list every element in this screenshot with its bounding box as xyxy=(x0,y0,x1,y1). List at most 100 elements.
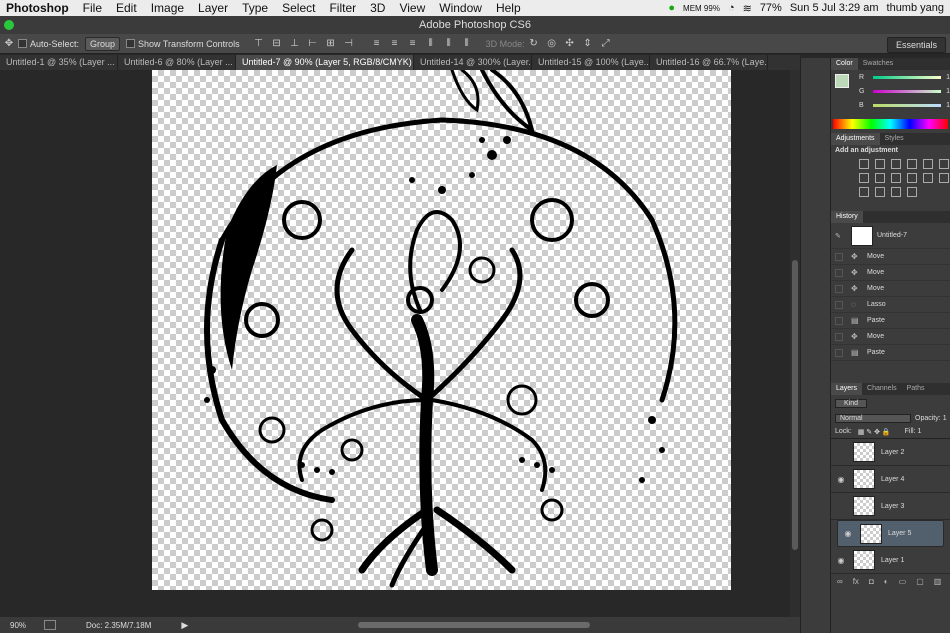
tab-swatches[interactable]: Swatches xyxy=(858,58,898,70)
zoom-level[interactable]: 90% xyxy=(10,621,34,630)
tab-color[interactable]: Color xyxy=(831,58,858,70)
align-left-icon[interactable]: ⊢ xyxy=(307,38,319,50)
tab-adjustments[interactable]: Adjustments xyxy=(831,133,880,145)
tab-untitled-15[interactable]: Untitled-15 @ 100% (Laye... xyxy=(532,55,650,70)
eye-icon[interactable]: ◉ xyxy=(835,556,847,565)
menu-window[interactable]: Window xyxy=(439,1,482,15)
posterize-icon[interactable] xyxy=(859,187,869,197)
align-top-icon[interactable]: ⊤ xyxy=(253,38,265,50)
threshold-icon[interactable] xyxy=(875,187,885,197)
fill-value[interactable]: 1 xyxy=(918,428,922,435)
channel-mixer-icon[interactable] xyxy=(907,173,917,183)
eye-icon[interactable]: ◉ xyxy=(842,529,854,538)
datetime[interactable]: Sun 5 Jul 3:29 am xyxy=(790,2,879,14)
distribute-top-icon[interactable]: ≡ xyxy=(371,38,383,50)
tab-channels[interactable]: Channels xyxy=(862,383,902,395)
tab-styles[interactable]: Styles xyxy=(880,133,909,145)
lock-icons[interactable]: ▦ ✎ ✥ 🔒 xyxy=(858,428,891,436)
exposure-icon[interactable] xyxy=(907,159,917,169)
layer-row[interactable]: ◉ Layer 4 xyxy=(831,466,950,493)
menu-3d[interactable]: 3D xyxy=(370,1,385,15)
3d-scale-icon[interactable]: ⤢ xyxy=(600,38,612,50)
levels-icon[interactable] xyxy=(875,159,885,169)
tab-layers[interactable]: Layers xyxy=(831,383,863,395)
curves-icon[interactable] xyxy=(891,159,901,169)
align-right-icon[interactable]: ⊣ xyxy=(343,38,355,50)
user-name[interactable]: thumb yang xyxy=(887,2,944,14)
history-step[interactable]: ▤ Paste xyxy=(831,345,950,361)
menu-type[interactable]: Type xyxy=(242,1,268,15)
status-export-icon[interactable] xyxy=(44,620,56,630)
menu-layer[interactable]: Layer xyxy=(198,1,228,15)
trash-icon[interactable]: ▥ xyxy=(934,577,942,586)
3d-mode-icons[interactable]: ↻ ◎ ✣ ⇕ ⤢ xyxy=(525,38,615,50)
group-select[interactable]: Group xyxy=(85,36,121,51)
selective-color-icon[interactable] xyxy=(907,187,917,197)
vertical-scroll-thumb[interactable] xyxy=(792,260,798,550)
color-spectrum-ramp[interactable] xyxy=(833,119,948,129)
mem-indicator[interactable]: MEM 99% xyxy=(683,4,720,13)
fx-icon[interactable]: fx xyxy=(853,577,859,586)
history-step[interactable]: ✥ Move xyxy=(831,281,950,297)
invert-icon[interactable] xyxy=(939,173,949,183)
battery-percent[interactable]: 77% xyxy=(760,2,782,14)
line-icon[interactable]: ● xyxy=(668,2,675,14)
menu-file[interactable]: File xyxy=(83,1,102,15)
menu-select[interactable]: Select xyxy=(282,1,315,15)
history-step[interactable]: ✥ Move xyxy=(831,249,950,265)
kind-filter-select[interactable]: Kind xyxy=(835,398,868,408)
distribute-bottom-icon[interactable]: ≡ xyxy=(407,38,419,50)
photo-filter-icon[interactable] xyxy=(891,173,901,183)
3d-slide-icon[interactable]: ⇕ xyxy=(582,38,594,50)
vibrance-icon[interactable] xyxy=(923,159,933,169)
align-icons[interactable]: ⊤ ⊟ ⊥ ⊢ ⊞ ⊣ xyxy=(250,38,358,50)
align-center-icon[interactable]: ⊞ xyxy=(325,38,337,50)
window-close-button[interactable] xyxy=(4,20,14,30)
horizontal-scroll-thumb[interactable] xyxy=(358,622,590,628)
menu-image[interactable]: Image xyxy=(151,1,184,15)
color-slider-g[interactable]: G1 xyxy=(831,84,950,98)
doc-size[interactable]: Doc: 2.35M/7.18M xyxy=(86,621,151,630)
distribute-right-icon[interactable]: ⦀ xyxy=(461,38,473,50)
layer-row[interactable]: Layer 2 xyxy=(831,439,950,466)
brightness-icon[interactable] xyxy=(859,159,869,169)
tab-untitled-6[interactable]: Untitled-6 @ 80% (Layer ... xyxy=(118,55,236,70)
tab-untitled-7[interactable]: Untitled-7 @ 90% (Layer 5, RGB/8/CMYK) * xyxy=(236,55,414,70)
layer-row-selected[interactable]: ◉ Layer 5 xyxy=(837,520,944,547)
vertical-scrollbar[interactable] xyxy=(790,70,800,617)
opacity-value[interactable]: 1 xyxy=(943,415,947,422)
new-layer-icon[interactable]: ▢ xyxy=(916,577,924,586)
color-balance-icon[interactable] xyxy=(859,173,869,183)
wifi-icon[interactable]: ≋ xyxy=(743,2,752,15)
tab-history[interactable]: History xyxy=(831,211,863,223)
tab-untitled-1[interactable]: Untitled-1 @ 35% (Layer ... xyxy=(0,55,118,70)
color-slider-b[interactable]: B1 xyxy=(831,98,950,112)
color-slider-r[interactable]: R1 xyxy=(831,70,950,84)
gradient-map-icon[interactable] xyxy=(891,187,901,197)
canvas[interactable] xyxy=(152,68,731,590)
eye-icon[interactable]: ◉ xyxy=(835,475,847,484)
history-step[interactable]: ✥ Move xyxy=(831,265,950,281)
align-middle-icon[interactable]: ⊟ xyxy=(271,38,283,50)
history-step[interactable]: ▤ Paste xyxy=(831,313,950,329)
distribute-middle-icon[interactable]: ≡ xyxy=(389,38,401,50)
tab-untitled-14[interactable]: Untitled-14 @ 300% (Layer... xyxy=(414,55,532,70)
tab-paths[interactable]: Paths xyxy=(902,383,930,395)
mask-icon[interactable]: ◘ xyxy=(869,577,874,586)
history-step[interactable]: ✥ Move xyxy=(831,329,950,345)
menu-view[interactable]: View xyxy=(399,1,425,15)
auto-select-checkbox[interactable] xyxy=(18,39,27,48)
3d-drag-icon[interactable]: ✣ xyxy=(564,38,576,50)
3d-rotate-icon[interactable]: ↻ xyxy=(528,38,540,50)
color-lookup-icon[interactable] xyxy=(923,173,933,183)
layer-row[interactable]: Layer 3 xyxy=(831,493,950,520)
show-transform-checkbox[interactable] xyxy=(126,39,136,48)
hue-saturation-icon[interactable] xyxy=(939,159,949,169)
menu-edit[interactable]: Edit xyxy=(116,1,137,15)
group-icon[interactable]: ▭ xyxy=(899,577,907,586)
app-menu[interactable]: Photoshop xyxy=(6,1,69,15)
3d-roll-icon[interactable]: ◎ xyxy=(546,38,558,50)
link-icon[interactable]: ∞ xyxy=(837,577,843,586)
history-snapshot[interactable]: ✎ Untitled-7 xyxy=(831,223,950,249)
menu-help[interactable]: Help xyxy=(496,1,521,15)
